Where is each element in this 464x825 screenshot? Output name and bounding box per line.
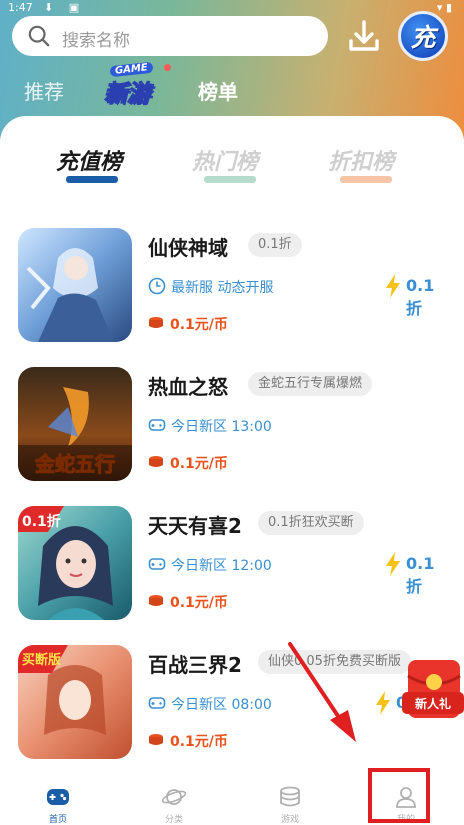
nav-label: 分类 (164, 815, 183, 825)
game-name: 百战三界2 (148, 653, 242, 677)
tab-new-games[interactable]: GAME 新游 (100, 61, 171, 108)
price-text: 0.1元/币 (170, 456, 228, 472)
game-name: 仙侠神域 (148, 236, 228, 260)
game-icon-tiantian[interactable]: 0.1折 (18, 506, 132, 620)
gamepad-icon (148, 558, 166, 570)
gamepad-icon (47, 789, 69, 805)
game-name: 热血之怒 (148, 375, 228, 399)
gamepad-icon (148, 697, 166, 709)
rank-tab-hot[interactable]: 热门榜 (192, 144, 258, 176)
nav-category[interactable]: 分类 (116, 764, 232, 825)
game-art-badge: 0.1折 (22, 513, 61, 530)
new-games-dot (164, 64, 171, 71)
game-art-title: 金蛇五行 (34, 452, 115, 476)
game-icon-xianxia[interactable] (18, 228, 132, 342)
rank-tab-underline (340, 176, 392, 183)
lightning-icon (386, 274, 400, 298)
server-info: 今日新区 08:00 (171, 697, 272, 713)
nav-label: 游戏 (280, 815, 299, 825)
red-envelope-icon: 新人礼 (402, 660, 464, 718)
tab-rank[interactable]: 榜单 (198, 76, 238, 105)
game-art-heroine: 0.1折 (18, 506, 132, 620)
planet-icon (162, 789, 186, 805)
coin-icon (149, 595, 163, 606)
new-games-label: 新游 (104, 81, 151, 108)
annotation-highlight-box (368, 768, 430, 823)
game-art-badge: 买断版 (22, 652, 61, 668)
status-bar: 1:47 ⬇ ▣ ▾ ▮ (0, 0, 464, 16)
top-tabs: 推荐 GAME 新游 榜单 (0, 61, 464, 112)
price-text: 0.1元/币 (170, 317, 228, 333)
price-text: 0.1元/币 (170, 595, 228, 611)
gamepad-icon (148, 419, 166, 431)
gift-label: 新人礼 (415, 696, 451, 711)
game-tag: 仙侠0.05折免费买断版 (258, 650, 411, 674)
lightning-icon (386, 552, 400, 576)
recharge-label: 充 (410, 23, 436, 52)
game-list-item[interactable]: 买断版 百战三界2 仙侠0.05折免费买断版 今日新区 08:00 0.1元/币… (0, 645, 464, 765)
rank-tab-discount[interactable]: 折扣榜 (328, 144, 394, 176)
search-placeholder: 搜索名称 (62, 31, 130, 51)
coins-icon (280, 786, 300, 807)
coin-icon (149, 456, 163, 467)
nav-games[interactable]: 游戏 (232, 764, 348, 825)
discount-text: 0.1折 (406, 276, 435, 318)
game-tag: 金蛇五行专属爆燃 (248, 372, 373, 396)
game-art-sorceress: 买断版 (18, 645, 132, 759)
game-art-ice-warrior (18, 228, 132, 342)
discount-text: 0.1折 (406, 554, 435, 596)
price-text: 0.1元/币 (170, 734, 228, 750)
game-art-fire-warrior: 金蛇五行 (18, 367, 132, 481)
search-icon (28, 25, 50, 47)
status-icons: ⬇ ▣ (44, 1, 86, 14)
server-info: 今日新区 13:00 (171, 419, 272, 435)
coin-icon (149, 317, 163, 328)
coin-icon (149, 734, 163, 745)
server-info: 今日新区 12:00 (171, 558, 272, 574)
game-list-item[interactable]: 仙侠神域 0.1折 最新服 动态开服 0.1元/币 0.1折 (0, 228, 464, 348)
recharge-button[interactable]: 充 (398, 11, 448, 61)
download-icon[interactable] (344, 16, 384, 56)
nav-home[interactable]: 首页 (0, 764, 116, 825)
game-icon-rexue[interactable]: 金蛇五行 (18, 367, 132, 481)
rank-tab-recharge[interactable]: 充值榜 (56, 144, 122, 176)
game-list-item[interactable]: 金蛇五行 热血之怒 金蛇五行专属爆燃 今日新区 13:00 0.1元/币 (0, 367, 464, 487)
game-name: 天天有喜2 (148, 514, 242, 538)
game-tag: 0.1折狂欢买断 (258, 511, 364, 535)
lightning-icon (376, 691, 390, 715)
newcomer-gift-button[interactable]: 新人礼 (402, 656, 464, 722)
status-time: 1:47 (8, 1, 33, 14)
game-icon-baizhan[interactable]: 买断版 (18, 645, 132, 759)
rank-tab-indicator (66, 176, 118, 183)
search-input[interactable]: 搜索名称 (12, 16, 328, 56)
status-right-icons: ▾ ▮ (436, 1, 452, 14)
game-tag: 0.1折 (248, 233, 302, 257)
rank-tab-underline (204, 176, 256, 183)
game-list-item[interactable]: 0.1折 天天有喜2 0.1折狂欢买断 今日新区 12:00 0.1元/币 0.… (0, 506, 464, 626)
clock-icon (148, 277, 166, 295)
server-info: 最新服 动态开服 (171, 280, 274, 296)
tab-recommend[interactable]: 推荐 (24, 76, 64, 105)
nav-label: 首页 (48, 815, 67, 825)
